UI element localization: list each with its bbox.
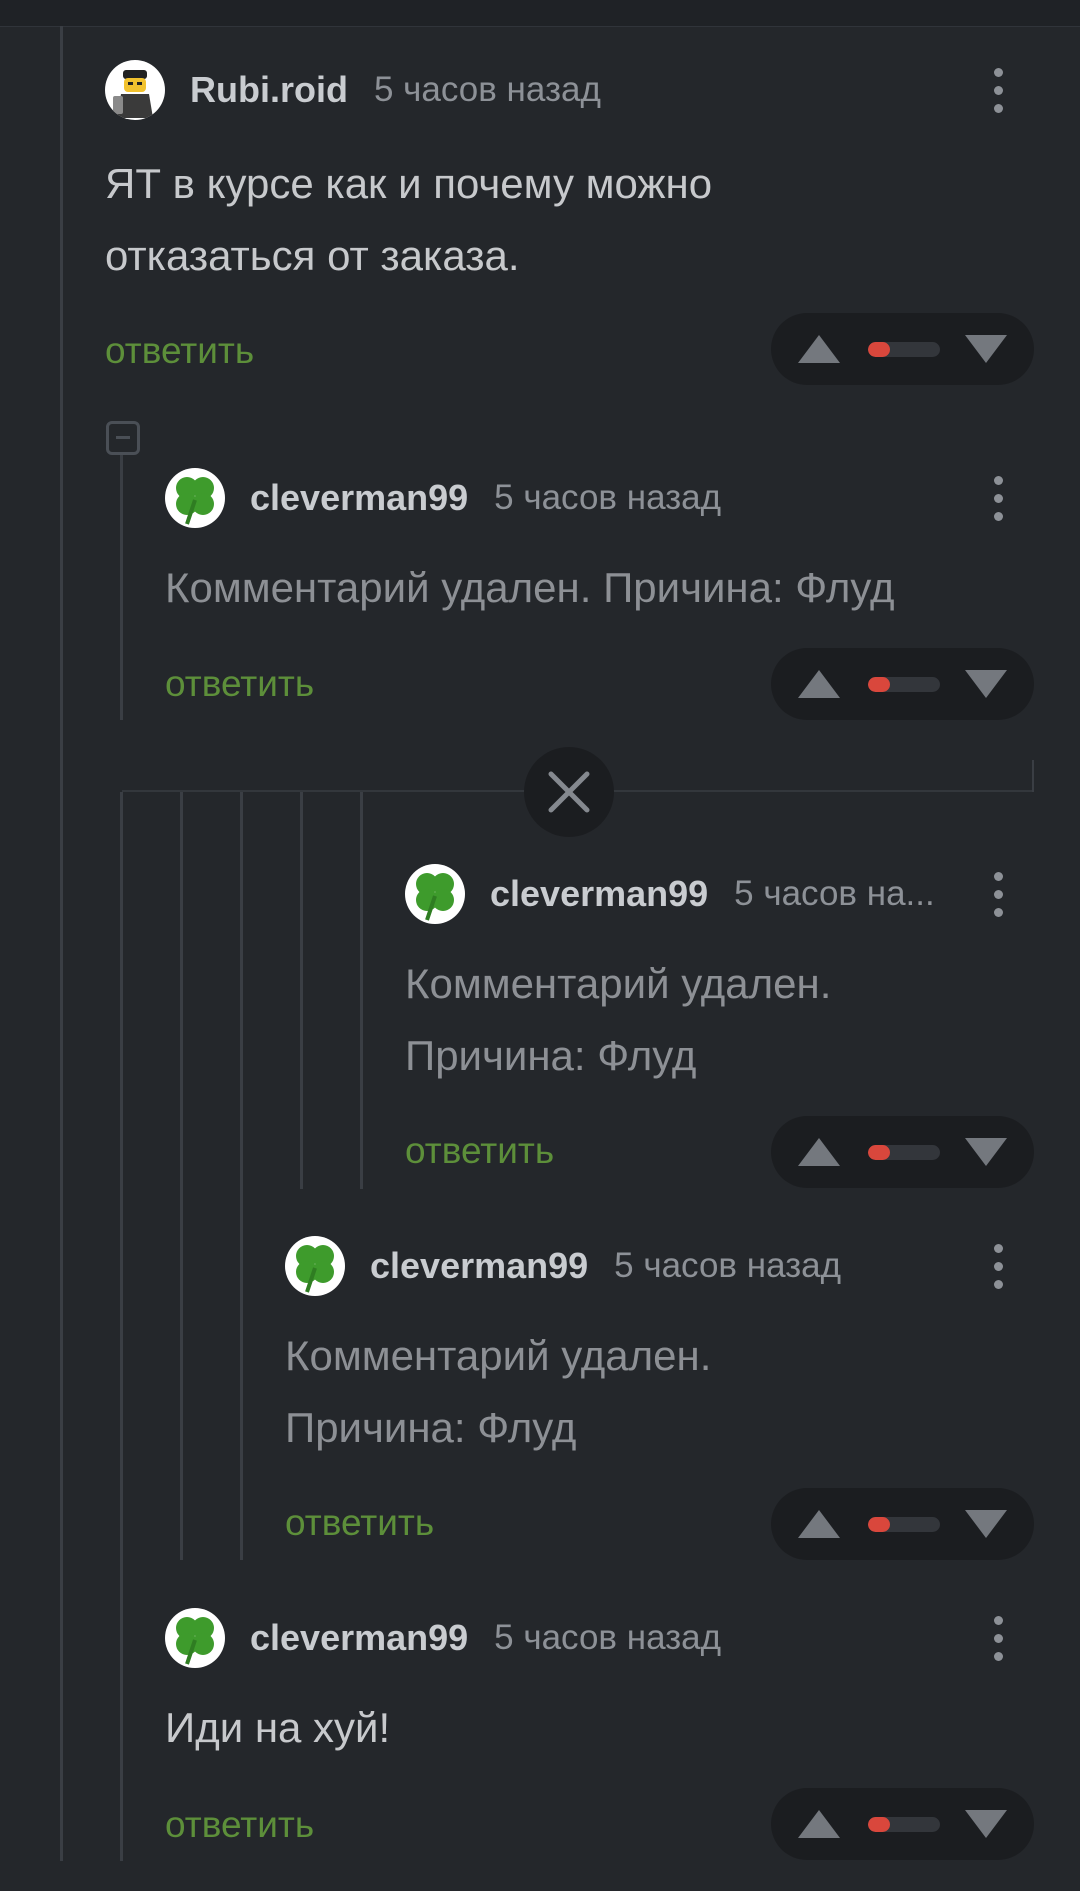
username[interactable]: cleverman99 bbox=[490, 873, 708, 915]
more-vertical-icon bbox=[993, 475, 1003, 485]
timestamp: 5 часов назад bbox=[614, 1246, 842, 1285]
rating-bar bbox=[868, 342, 940, 357]
upvote-arrow-icon[interactable] bbox=[798, 1138, 840, 1166]
upvote-arrow-icon[interactable] bbox=[798, 1810, 840, 1838]
vote-control bbox=[771, 1788, 1034, 1860]
comment: Rubi.roid 5 часов назад ЯТ в курсе как и… bbox=[105, 60, 1035, 390]
downvote-arrow-icon[interactable] bbox=[965, 1138, 1007, 1166]
timestamp: 5 часов на... bbox=[734, 874, 935, 913]
close-branch-button[interactable] bbox=[524, 747, 614, 837]
more-options-button[interactable] bbox=[978, 60, 1018, 120]
timestamp: 5 часов назад bbox=[373, 70, 601, 109]
comment-body: Иди на хуй! bbox=[165, 1704, 391, 1751]
comment-header: cleverman99 5 часов на... bbox=[405, 864, 935, 924]
rating-bar bbox=[868, 677, 940, 692]
clover-avatar[interactable] bbox=[165, 1608, 225, 1668]
upvote-arrow-icon[interactable] bbox=[798, 670, 840, 698]
reply-link[interactable]: ответить bbox=[405, 1130, 554, 1172]
reply-link[interactable]: ответить bbox=[165, 663, 314, 705]
downvote-arrow-icon[interactable] bbox=[965, 335, 1007, 363]
comment: cleverman99 5 часов назад Комментарий уд… bbox=[165, 468, 1035, 723]
vote-control bbox=[771, 313, 1034, 385]
downvote-arrow-icon[interactable] bbox=[965, 670, 1007, 698]
clover-icon bbox=[416, 873, 454, 921]
clover-avatar[interactable] bbox=[405, 864, 465, 924]
reply-link[interactable]: ответить bbox=[165, 1804, 314, 1846]
comment-body: Комментарий удален. Причина: Флуд bbox=[285, 1332, 712, 1451]
collapsed-branch-line bbox=[1032, 760, 1034, 792]
thread-line[interactable] bbox=[240, 792, 243, 1560]
thread-line[interactable] bbox=[60, 26, 63, 1861]
username[interactable]: cleverman99 bbox=[370, 1245, 588, 1287]
timestamp: 5 часов назад bbox=[494, 1618, 722, 1657]
more-vertical-icon bbox=[993, 1243, 1003, 1253]
lego-figure-avatar[interactable] bbox=[105, 60, 165, 120]
comment: cleverman99 5 часов назад Комментарий уд… bbox=[285, 1236, 1035, 1566]
more-vertical-icon bbox=[993, 67, 1003, 77]
comment-body: Комментарий удален. Причина: Флуд bbox=[165, 564, 895, 611]
thread-line[interactable] bbox=[120, 455, 123, 720]
rating-bar bbox=[868, 1517, 940, 1532]
more-vertical-icon bbox=[993, 1615, 1003, 1625]
more-options-button[interactable] bbox=[978, 468, 1018, 528]
upvote-arrow-icon[interactable] bbox=[798, 1510, 840, 1538]
vote-control bbox=[771, 648, 1034, 720]
downvote-arrow-icon[interactable] bbox=[965, 1810, 1007, 1838]
comment-header: Rubi.roid 5 часов назад bbox=[105, 60, 601, 120]
comment-body: Комментарий удален. Причина: Флуд bbox=[405, 960, 832, 1079]
comment: cleverman99 5 часов на... Комментарий уд… bbox=[405, 864, 1035, 1194]
vote-control bbox=[771, 1488, 1034, 1560]
username[interactable]: cleverman99 bbox=[250, 477, 468, 519]
clover-icon bbox=[176, 477, 214, 525]
clover-icon bbox=[296, 1245, 334, 1293]
downvote-arrow-icon[interactable] bbox=[965, 1510, 1007, 1538]
more-options-button[interactable] bbox=[978, 864, 1018, 924]
clover-avatar[interactable] bbox=[165, 468, 225, 528]
thread-line[interactable] bbox=[300, 792, 303, 1189]
vote-control bbox=[771, 1116, 1034, 1188]
collapse-thread-icon[interactable] bbox=[106, 421, 140, 455]
thread-line[interactable] bbox=[120, 792, 123, 1861]
username[interactable]: Rubi.roid bbox=[190, 69, 348, 111]
close-icon bbox=[548, 771, 590, 813]
comment-body: ЯТ в курсе как и почему можно отказаться… bbox=[105, 160, 713, 279]
thread-line[interactable] bbox=[360, 792, 363, 1189]
clover-icon bbox=[176, 1617, 214, 1665]
rating-bar bbox=[868, 1817, 940, 1832]
reply-link[interactable]: ответить bbox=[105, 330, 254, 372]
more-options-button[interactable] bbox=[978, 1236, 1018, 1296]
lego-figure-icon bbox=[113, 70, 153, 118]
thread-line[interactable] bbox=[180, 792, 183, 1560]
rating-bar bbox=[868, 1145, 940, 1160]
timestamp: 5 часов назад bbox=[494, 478, 722, 517]
username[interactable]: cleverman99 bbox=[250, 1617, 468, 1659]
top-bar bbox=[0, 0, 1080, 27]
comment-header: cleverman99 5 часов назад bbox=[165, 1608, 721, 1668]
reply-link[interactable]: ответить bbox=[285, 1502, 434, 1544]
more-vertical-icon bbox=[993, 871, 1003, 881]
comment-header: cleverman99 5 часов назад bbox=[285, 1236, 841, 1296]
comment-header: cleverman99 5 часов назад bbox=[165, 468, 721, 528]
upvote-arrow-icon[interactable] bbox=[798, 335, 840, 363]
clover-avatar[interactable] bbox=[285, 1236, 345, 1296]
comment: cleverman99 5 часов назад Иди на хуй! от… bbox=[165, 1608, 1035, 1868]
more-options-button[interactable] bbox=[978, 1608, 1018, 1668]
